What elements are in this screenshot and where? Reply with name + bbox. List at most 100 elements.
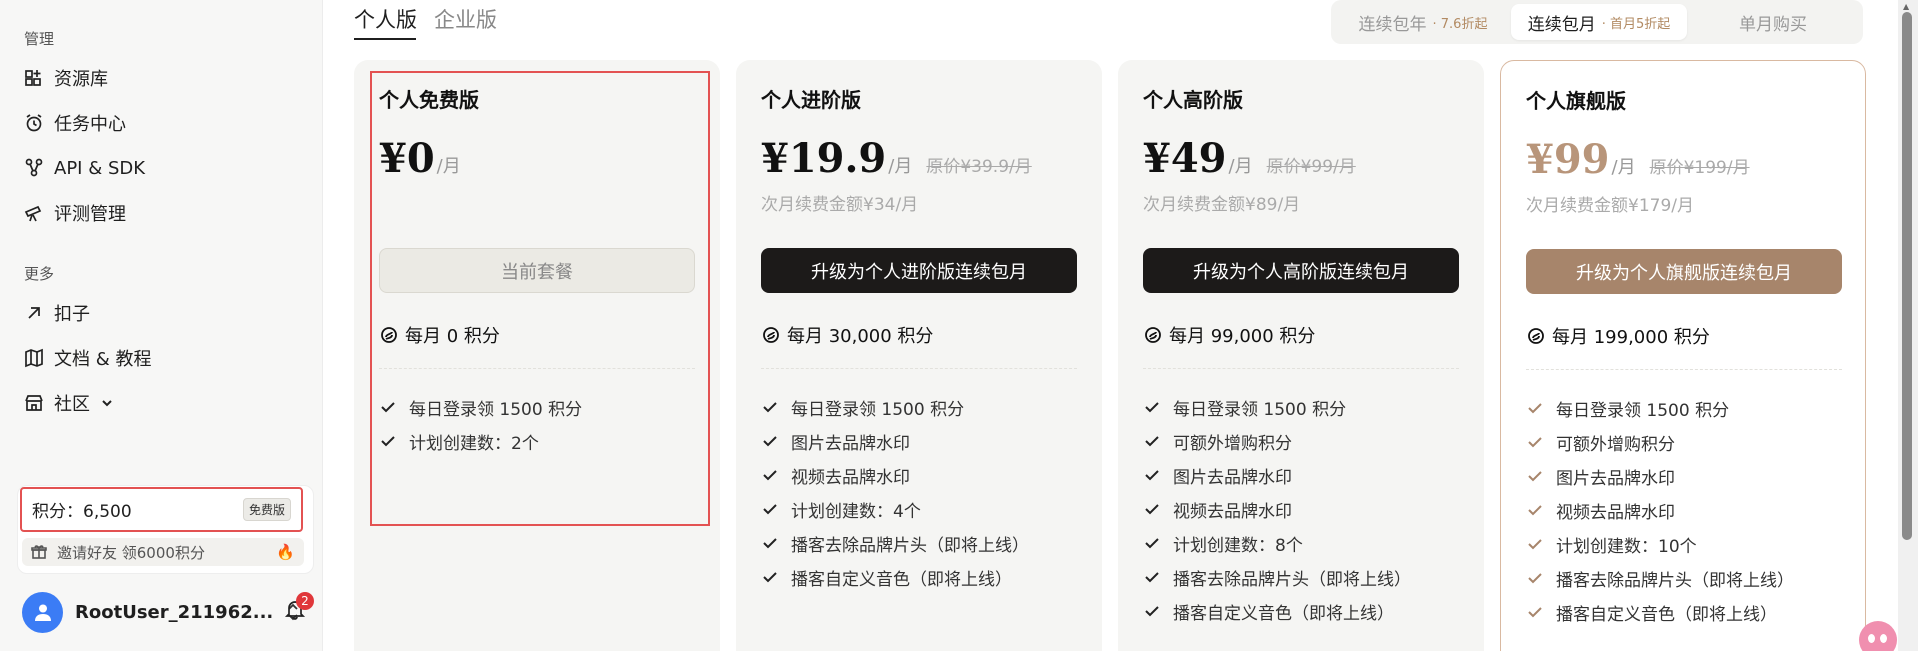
nav-item-docs[interactable]: 文档 & 教程 <box>24 343 151 373</box>
check-icon <box>1145 470 1159 481</box>
upgrade-pro-button[interactable]: 升级为个人高阶版连续包月 <box>1143 248 1459 293</box>
feature-label: 视频去品牌水印 <box>1556 502 1675 523</box>
feature-item: 计划创建数：2个 <box>379 424 582 458</box>
billing-option-single-month[interactable]: 单月购买 <box>1687 4 1859 40</box>
feature-label: 图片去品牌水印 <box>1556 468 1675 489</box>
feature-label: 每日登录领 1500 积分 <box>1173 399 1347 420</box>
check-icon <box>1145 436 1159 447</box>
feature-list: 每日登录领 1500 积分 可额外增购积分 图片去品牌水印 视频去品牌水印 计划创建数：… <box>1526 391 1794 629</box>
nav-item-kouzi[interactable]: 扣子 <box>24 298 90 328</box>
renewal-price: 次月续费金额¥179/月 <box>1526 196 1694 216</box>
plan-price: ¥0 <box>379 135 435 182</box>
feature-item: 播客自定义音色（即将上线） <box>1143 594 1411 628</box>
check-icon <box>1528 471 1542 482</box>
nav-item-label: 资源库 <box>54 69 108 90</box>
feature-item: 播客自定义音色（即将上线） <box>761 560 1029 594</box>
feature-label: 计划创建数：10个 <box>1556 536 1697 557</box>
feature-list: 每日登录领 1500 积分 可额外增购积分 图片去品牌水印 视频去品牌水印 计划创建数：… <box>1143 390 1411 628</box>
scroll-up-arrow-icon[interactable]: ▲ <box>1903 2 1909 11</box>
plan-card-pro: 个人高阶版 ¥49 /月 原价¥99/月 次月续费金额¥89/月 升级为个人高阶… <box>1118 60 1484 651</box>
feature-label: 计划创建数：2个 <box>409 433 539 454</box>
tab-enterprise[interactable]: 企业版 <box>434 4 497 34</box>
price-period: /月 <box>1611 157 1636 178</box>
user-row[interactable]: RootUser_211962... 2 <box>22 590 314 634</box>
check-icon <box>1528 607 1542 618</box>
arrow-up-right-icon <box>28 307 40 319</box>
check-icon <box>1145 538 1159 549</box>
avatar[interactable] <box>22 591 63 633</box>
plan-card-flagship: 个人旗舰版 ¥99 /月 原价¥199/月 次月续费金额¥179/月 升级为个人… <box>1500 60 1866 651</box>
price-row: ¥49 /月 原价¥99/月 <box>1143 135 1356 182</box>
nav-item-resources[interactable]: 资源库 <box>24 63 108 93</box>
invite-label: 邀请好友 领6000积分 <box>57 543 205 562</box>
feature-label: 图片去品牌水印 <box>1173 467 1292 488</box>
nav-item-label: 社区 <box>54 394 90 415</box>
plan-name: 个人高阶版 <box>1143 88 1243 112</box>
invite-friends-button[interactable]: 邀请好友 领6000积分 🔥 <box>22 538 304 566</box>
nav-item-tasks[interactable]: 任务中心 <box>24 108 126 138</box>
tab-personal[interactable]: 个人版 <box>354 4 417 34</box>
divider <box>1526 369 1842 370</box>
points-display[interactable]: 积分：6,500 免费版 <box>20 487 303 532</box>
renewal-price: 次月续费金额¥89/月 <box>1143 195 1301 215</box>
billing-option-monthly-auto[interactable]: 连续包月 · 首月5折起 <box>1511 4 1687 40</box>
monthly-credits: 每月 199,000 积分 <box>1526 323 1710 349</box>
check-icon <box>1528 403 1542 414</box>
plan-card-free: 个人免费版 ¥0 /月 当前套餐 每月 0 积分 每日登录领 1500 积分 计划… <box>354 60 720 651</box>
monthly-credits: 每月 0 积分 <box>379 322 500 348</box>
alarm-clock-icon <box>26 114 42 132</box>
plan-price: ¥49 <box>1143 135 1227 182</box>
check-icon <box>1145 606 1159 617</box>
check-icon <box>1145 572 1159 583</box>
nav-item-community[interactable]: 社区 <box>24 388 114 418</box>
store-icon <box>25 395 43 411</box>
feature-item: 计划创建数：4个 <box>761 492 1029 526</box>
monthly-credits: 每月 30,000 积分 <box>761 322 933 348</box>
nav-item-label: 评测管理 <box>54 204 126 225</box>
scrollbar-thumb[interactable] <box>1902 12 1912 540</box>
check-icon <box>763 572 777 583</box>
original-price: 原价¥39.9/月 <box>926 157 1032 177</box>
plan-name: 个人免费版 <box>379 88 479 112</box>
user-icon <box>34 604 51 621</box>
credits-label: 每月 30,000 积分 <box>787 326 934 347</box>
feature-label: 播客去除品牌片头（即将上线） <box>1173 569 1411 590</box>
points-label: 积分：6,500 <box>32 502 132 522</box>
feature-label: 播客自定义音色（即将上线） <box>1556 604 1777 625</box>
feature-item: 播客自定义音色（即将上线） <box>1526 595 1794 629</box>
feature-label: 视频去品牌水印 <box>791 467 910 488</box>
assistant-mascot-icon[interactable] <box>1859 621 1897 651</box>
plan-badge: 免费版 <box>242 498 291 521</box>
plan-price: ¥19.9 <box>761 135 887 182</box>
check-icon <box>763 436 777 447</box>
feature-item: 图片去品牌水印 <box>1526 459 1794 493</box>
feature-item: 可额外增购积分 <box>1143 424 1411 458</box>
check-icon <box>763 538 777 549</box>
nav-item-api-sdk[interactable]: API & SDK <box>24 153 145 183</box>
current-plan-button: 当前套餐 <box>379 248 695 293</box>
upgrade-flagship-button[interactable]: 升级为个人旗舰版连续包月 <box>1526 249 1842 294</box>
billing-option-label: 连续包月 <box>1527 14 1596 35</box>
notification-count-badge: 2 <box>296 592 314 610</box>
divider <box>1143 368 1459 369</box>
credits-label: 每月 0 积分 <box>405 326 500 347</box>
main-content: 个人版 企业版 连续包年 · 7.6折起 连续包月 · 首月5折起 单月购买 个… <box>324 0 1899 651</box>
feature-item: 播客去除品牌片头（即将上线） <box>1526 561 1794 595</box>
price-row: ¥0 /月 <box>379 135 461 182</box>
sidebar: 管理 资源库 任务中心 API & SDK 评测管理 更多 扣子 文档 & 教程… <box>0 0 323 651</box>
nav-item-evaluation[interactable]: 评测管理 <box>24 198 126 228</box>
feature-label: 可额外增购积分 <box>1556 434 1675 455</box>
upgrade-advanced-button[interactable]: 升级为个人进阶版连续包月 <box>761 248 1077 293</box>
more-section-label: 更多 <box>24 265 55 283</box>
notification-button[interactable]: 2 <box>284 592 314 622</box>
feature-label: 播客去除品牌片头（即将上线） <box>1556 570 1794 591</box>
credits-icon <box>1528 328 1544 344</box>
feature-item: 每日登录领 1500 积分 <box>761 390 1029 424</box>
api-nodes-icon <box>25 158 43 177</box>
billing-option-yearly[interactable]: 连续包年 · 7.6折起 <box>1335 4 1511 40</box>
check-icon <box>1528 539 1542 550</box>
nav-item-label: API & SDK <box>54 157 146 179</box>
credits-label: 每月 99,000 积分 <box>1169 326 1316 347</box>
check-icon <box>1145 402 1159 413</box>
billing-period-switch: 连续包年 · 7.6折起 连续包月 · 首月5折起 单月购买 <box>1331 0 1863 44</box>
